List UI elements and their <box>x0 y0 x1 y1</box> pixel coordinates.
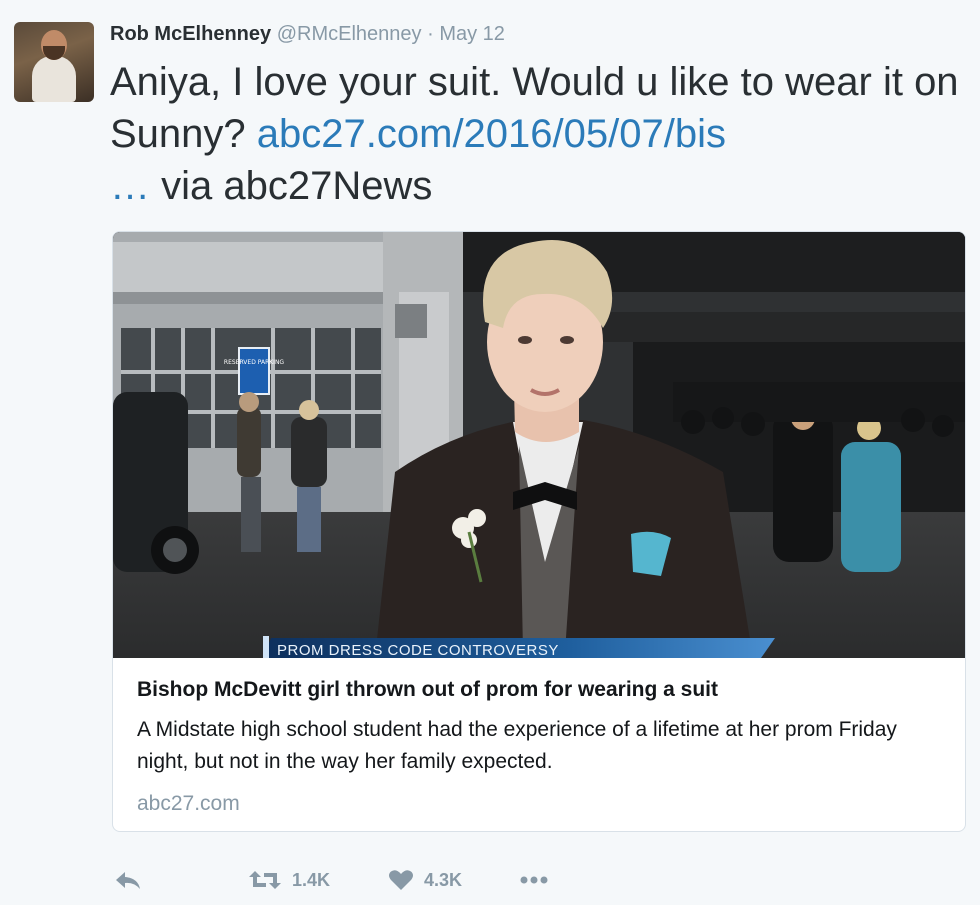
link-card[interactable]: RESERVED PARKING PROM DRESS CODE CONTROV… <box>112 231 966 832</box>
tweet-text-via: via abc27News <box>150 164 433 208</box>
card-image-banner: PROM DRESS CODE CONTROVERSY <box>277 642 559 658</box>
card-domain[interactable]: abc27.com <box>137 790 947 818</box>
parking-sign-text: RESERVED PARKING <box>224 359 285 366</box>
retweet-icon <box>249 871 281 889</box>
reply-button[interactable] <box>114 862 142 898</box>
tweet-actions: 1.4K 4.3K <box>112 862 592 898</box>
card-text: Bishop McDevitt girl thrown out of prom … <box>137 676 947 818</box>
card-description: A Midstate high school student had the e… <box>137 718 897 773</box>
like-button[interactable]: 4.3K <box>388 862 462 898</box>
heart-icon <box>389 870 413 890</box>
more-button[interactable] <box>518 862 550 898</box>
card-image[interactable]: RESERVED PARKING PROM DRESS CODE CONTROV… <box>113 232 965 658</box>
tweet-text: Aniya, I love your suit. Would u like to… <box>110 56 960 212</box>
header-separator: · <box>427 23 434 45</box>
card-photo: RESERVED PARKING PROM DRESS CODE CONTROV… <box>113 232 965 658</box>
like-count: 4.3K <box>424 869 463 890</box>
author-avatar[interactable] <box>14 22 94 102</box>
tweet-date[interactable]: May 12 <box>439 23 505 45</box>
reply-icon <box>116 872 140 889</box>
author-handle[interactable]: @RMcElhenney <box>277 23 422 45</box>
retweet-button[interactable]: 1.4K <box>248 862 330 898</box>
tweet-header: Rob McElhenney @RMcElhenney · May 12 <box>110 20 505 48</box>
tweet-link-ellipsis[interactable]: … <box>110 164 150 208</box>
author-name[interactable]: Rob McElhenney <box>110 23 271 45</box>
card-title[interactable]: Bishop McDevitt girl thrown out of prom … <box>137 676 947 704</box>
tweet-link[interactable]: abc27.com/2016/05/07/bis <box>257 112 726 156</box>
more-icon <box>520 876 548 884</box>
retweet-count: 1.4K <box>292 869 331 890</box>
